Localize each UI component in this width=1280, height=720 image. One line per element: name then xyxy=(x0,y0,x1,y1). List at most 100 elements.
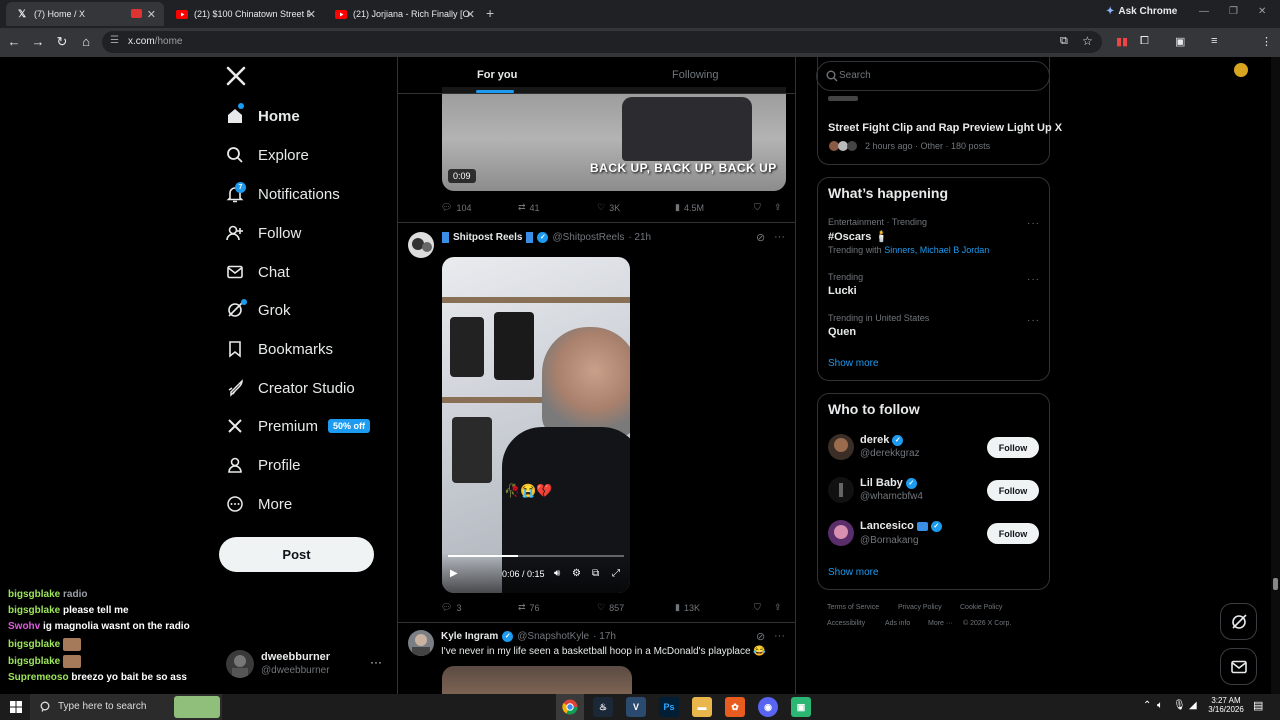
speaker-icon[interactable]: 🔈︎ xyxy=(1157,700,1163,711)
nav-grok[interactable]: Grok xyxy=(226,296,291,324)
messages-floating-button[interactable] xyxy=(1220,648,1257,685)
maximize-icon[interactable]: ❐ xyxy=(1229,6,1238,17)
suggested-user-name[interactable]: Lancesico ✓ xyxy=(860,520,942,532)
profile-avatar-icon[interactable] xyxy=(1234,63,1248,77)
grok-floating-button[interactable] xyxy=(1220,603,1257,640)
more-options-icon[interactable]: ··· xyxy=(774,630,785,642)
sidepanel-icon[interactable]: ▣ xyxy=(1175,35,1185,48)
browser-tab[interactable]: (21) Jorjiana - Rich Finally [Offic ✕ xyxy=(325,2,483,26)
tweet-handle[interactable]: @SnapshotKyle xyxy=(517,631,589,642)
nav-more[interactable]: More xyxy=(226,490,292,518)
like-button[interactable]: ♡ 857 xyxy=(597,602,624,613)
bookmark-button[interactable]: ⛉ xyxy=(754,202,761,213)
tweet-time[interactable]: · 21h xyxy=(628,232,651,243)
like-button[interactable]: ♡ 3K xyxy=(597,202,620,213)
fullscreen-icon[interactable]: ⤢ xyxy=(612,568,620,579)
footer-link[interactable]: More ··· xyxy=(928,620,953,627)
bookmark-star-icon[interactable]: ☆ xyxy=(1082,34,1093,48)
nav-bookmarks[interactable]: Bookmarks xyxy=(226,335,333,363)
reply-button[interactable]: 💬︎ 3 xyxy=(441,602,461,613)
close-tab-icon[interactable]: ✕ xyxy=(466,8,475,21)
follow-button[interactable]: Follow xyxy=(987,480,1039,501)
show-more-link[interactable]: Show more xyxy=(828,567,879,578)
clock[interactable]: 3:27 AM 3/16/2026 xyxy=(1204,696,1248,714)
avatar[interactable] xyxy=(828,477,854,503)
more-options-icon[interactable]: ··· xyxy=(1027,218,1040,229)
more-options-icon[interactable]: ··· xyxy=(1027,315,1040,326)
post-button[interactable]: Post xyxy=(219,537,374,572)
home-icon[interactable]: ⌂ xyxy=(78,34,94,49)
share-button[interactable]: ⇪ xyxy=(774,602,782,613)
nav-explore[interactable]: Explore xyxy=(226,141,309,169)
notification-center-icon[interactable]: ▤ xyxy=(1253,699,1263,712)
tab-following[interactable]: Following xyxy=(672,69,718,81)
microphone-icon[interactable]: 🎙︎ xyxy=(1173,700,1186,711)
footer-link[interactable]: Terms of Service xyxy=(827,604,879,611)
tweet-handle[interactable]: @ShitpostReels xyxy=(552,232,624,243)
close-tab-icon[interactable]: ✕ xyxy=(307,8,316,21)
install-app-icon[interactable]: ⧉ xyxy=(1060,35,1068,48)
extension-icon[interactable]: ▮▮ xyxy=(1116,35,1128,48)
trend-name[interactable]: Lucki xyxy=(828,285,857,297)
page-scrollbar[interactable] xyxy=(1271,57,1280,694)
tweet-time[interactable]: · 17h xyxy=(593,631,616,642)
video-progress-track[interactable] xyxy=(448,555,624,557)
minimize-icon[interactable]: — xyxy=(1199,6,1209,17)
nav-premium[interactable]: Premium 50% off xyxy=(226,412,371,440)
footer-link[interactable]: Ads info xyxy=(885,620,910,627)
avatar[interactable] xyxy=(408,630,434,656)
footer-link[interactable]: Accessibility xyxy=(827,620,865,627)
account-menu-icon[interactable]: ··· xyxy=(370,655,382,669)
nav-profile[interactable]: Profile xyxy=(226,451,301,479)
play-icon[interactable]: ▶ xyxy=(450,568,458,579)
close-window-icon[interactable]: ✕ xyxy=(1258,6,1266,17)
reply-button[interactable]: 💬︎ 104 xyxy=(441,202,471,213)
footer-link[interactable]: Privacy Policy xyxy=(898,604,942,611)
repost-button[interactable]: ⇄ 41 xyxy=(518,202,540,213)
grok-icon[interactable]: ⊘ xyxy=(756,630,765,643)
show-more-link[interactable]: Show more xyxy=(828,358,879,369)
story-title[interactable]: Street Fight Clip and Rap Preview Light … xyxy=(828,122,1062,134)
suggested-user-name[interactable]: Lil Baby ✓ xyxy=(860,477,917,489)
discord-icon[interactable]: ◉ xyxy=(758,697,778,717)
scrollbar-thumb[interactable] xyxy=(1273,578,1278,590)
windows-start-icon[interactable] xyxy=(10,700,22,718)
avatar[interactable] xyxy=(828,434,854,460)
follow-button[interactable]: Follow xyxy=(987,437,1039,458)
extensions-puzzle-icon[interactable]: ⧠ xyxy=(1140,35,1149,48)
taskbar-search[interactable]: Type here to search xyxy=(30,694,222,720)
tweet-author-name[interactable]: Shitpost Reels xyxy=(453,232,522,243)
close-tab-icon[interactable]: ✕ xyxy=(147,8,156,21)
chrome-menu-icon[interactable]: ⋮ xyxy=(1261,35,1272,48)
reload-icon[interactable]: ↻ xyxy=(54,34,70,50)
trend-name[interactable]: #Oscars 🕯️ xyxy=(828,230,888,243)
views-button[interactable]: ▮ 4.5M xyxy=(675,202,704,213)
more-options-icon[interactable]: ··· xyxy=(1027,274,1040,285)
ask-chrome-button[interactable]: ✦ Ask Chrome xyxy=(1106,6,1177,17)
more-options-icon[interactable]: ··· xyxy=(774,231,785,243)
tweet-video[interactable]: 🥀😭💔 ▶ 0:06 / 0:15 🔊︎ ⚙ ⧉ ⤢ xyxy=(442,257,630,593)
avatar[interactable] xyxy=(226,650,254,678)
footer-link[interactable]: Cookie Policy xyxy=(960,604,1002,611)
tweet-image[interactable] xyxy=(442,666,632,695)
address-bar[interactable]: ☰ x.com/home ⧉ ☆ xyxy=(102,31,1102,53)
steam-icon[interactable]: ♨ xyxy=(593,697,613,717)
site-info-icon[interactable]: ☰ xyxy=(110,35,119,46)
bookmark-button[interactable]: ⛉ xyxy=(754,602,761,613)
vegas-icon[interactable]: V xyxy=(626,697,646,717)
trend-related-link[interactable]: Sinners, Michael B Jordan xyxy=(884,245,989,255)
avatar[interactable] xyxy=(828,520,854,546)
settings-icon[interactable]: ⚙ xyxy=(572,568,581,579)
fl-studio-icon[interactable]: ✿ xyxy=(725,697,745,717)
pip-icon[interactable]: ⧉ xyxy=(592,568,599,579)
nav-creator-studio[interactable]: Creator Studio xyxy=(226,374,355,402)
trend-name[interactable]: Quen xyxy=(828,326,856,338)
tweet-author-name[interactable]: Kyle Ingram xyxy=(441,631,498,642)
chrome-icon[interactable] xyxy=(560,697,580,717)
suggested-user-name[interactable]: derek ✓ xyxy=(860,434,904,446)
avatar[interactable] xyxy=(408,232,434,258)
grok-icon[interactable]: ⊘ xyxy=(756,231,765,244)
tweet-video[interactable]: BACK UP, BACK UP, BACK UP 0:09 xyxy=(442,87,786,191)
volume-icon[interactable]: 🔊︎ xyxy=(554,568,560,579)
x-logo-icon[interactable] xyxy=(226,66,246,91)
